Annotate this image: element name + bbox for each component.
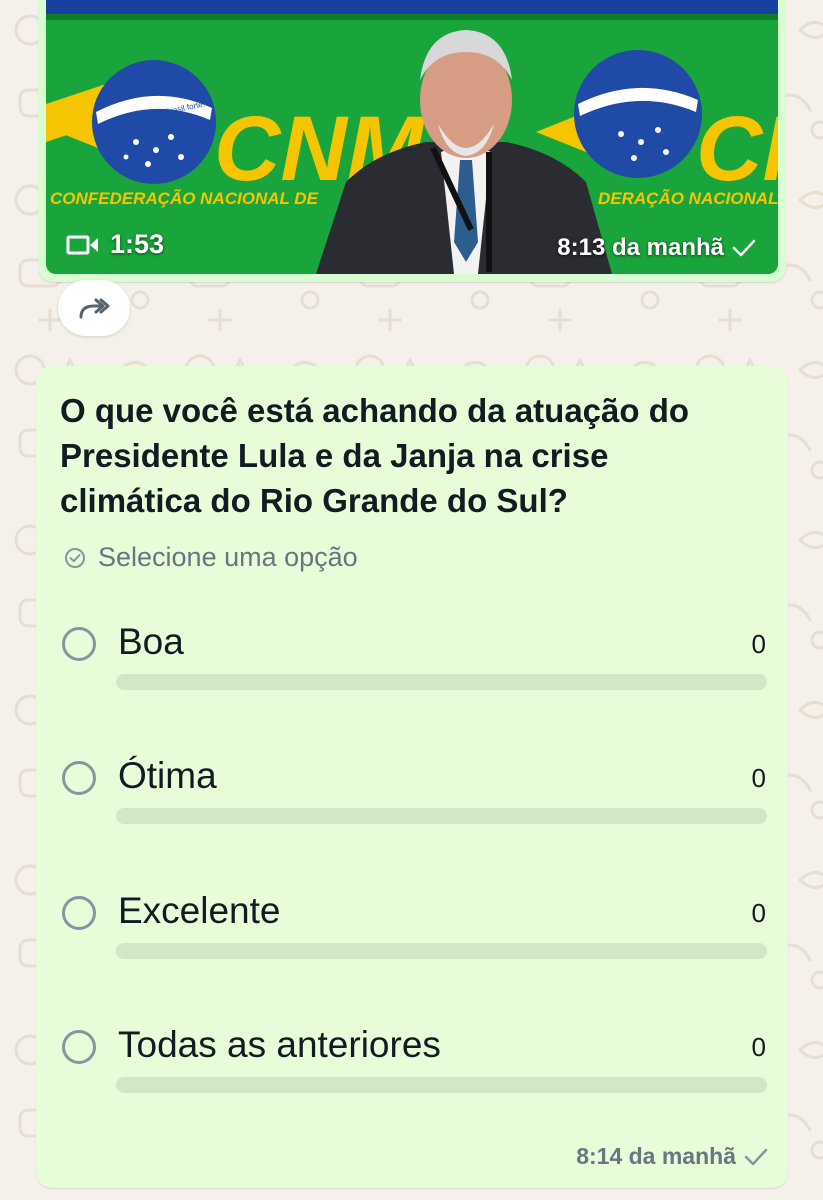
- poll-option-vote-count: 0: [751, 1032, 766, 1062]
- poll-message-bubble: O que você está achando da atuação do Pr…: [36, 366, 788, 1188]
- poll-option-label[interactable]: Ótima: [118, 755, 217, 797]
- poll-option-vote-count: 0: [751, 629, 766, 659]
- vote-progress-bar: [116, 674, 767, 690]
- video-duration-text: 1:53: [110, 229, 165, 259]
- poll-option-label[interactable]: Boa: [118, 621, 184, 663]
- cnm-emblem-left: Município forte, Brasil forte.: [92, 60, 216, 184]
- radio-button[interactable]: [62, 896, 96, 930]
- forward-button[interactable]: [58, 280, 130, 336]
- poll-time-text: 8:14 da manhã: [576, 1143, 736, 1169]
- video-duration: 1:53: [66, 229, 164, 260]
- poll-option-vote-count: 0: [751, 763, 766, 793]
- poll-option-todas-as-anteriores[interactable]: Todas as anteriores 0: [36, 1024, 788, 1140]
- poll-option-boa[interactable]: Boa 0: [36, 621, 788, 737]
- poll-option-label[interactable]: Excelente: [118, 890, 281, 932]
- forward-icon: [79, 298, 110, 319]
- poll-hint: Selecione uma opção: [64, 542, 358, 573]
- video-thumbnail[interactable]: Município forte, Brasil forte. CNM CONFE…: [46, 0, 778, 274]
- radio-button[interactable]: [62, 761, 96, 795]
- poll-hint-text: Selecione uma opção: [98, 542, 358, 572]
- single-check-icon: [732, 239, 756, 257]
- poll-question: O que você está achando da atuação do Pr…: [60, 392, 690, 519]
- radio-button[interactable]: [62, 1030, 96, 1064]
- radio-button[interactable]: [62, 627, 96, 661]
- cnm-logo-text-right: CN: [696, 98, 778, 200]
- vote-progress-bar: [116, 943, 767, 959]
- video-camera-icon: [66, 235, 98, 254]
- poll-option-label[interactable]: Todas as anteriores: [118, 1024, 441, 1066]
- vote-progress-bar: [116, 1077, 767, 1093]
- video-timestamp: 8:13 da manhã: [557, 234, 756, 262]
- banner-text-left: CONFEDERAÇÃO NACIONAL DE: [50, 188, 319, 208]
- single-check-icon: [744, 1148, 768, 1165]
- video-time-text: 8:13 da manhã: [557, 234, 724, 261]
- banner-text-right: DERAÇÃO NACIONAL: [598, 188, 778, 208]
- cnm-emblem-right: [574, 50, 702, 178]
- poll-timestamp: 8:14 da manhã: [576, 1143, 768, 1170]
- poll-option-excelente[interactable]: Excelente 0: [36, 890, 788, 1006]
- vote-progress-bar: [116, 808, 767, 824]
- check-circle-icon: [65, 547, 85, 568]
- poll-option-vote-count: 0: [751, 898, 766, 928]
- video-message-bubble[interactable]: Município forte, Brasil forte. CNM CONFE…: [38, 0, 786, 282]
- poll-option-otima[interactable]: Ótima 0: [36, 755, 788, 871]
